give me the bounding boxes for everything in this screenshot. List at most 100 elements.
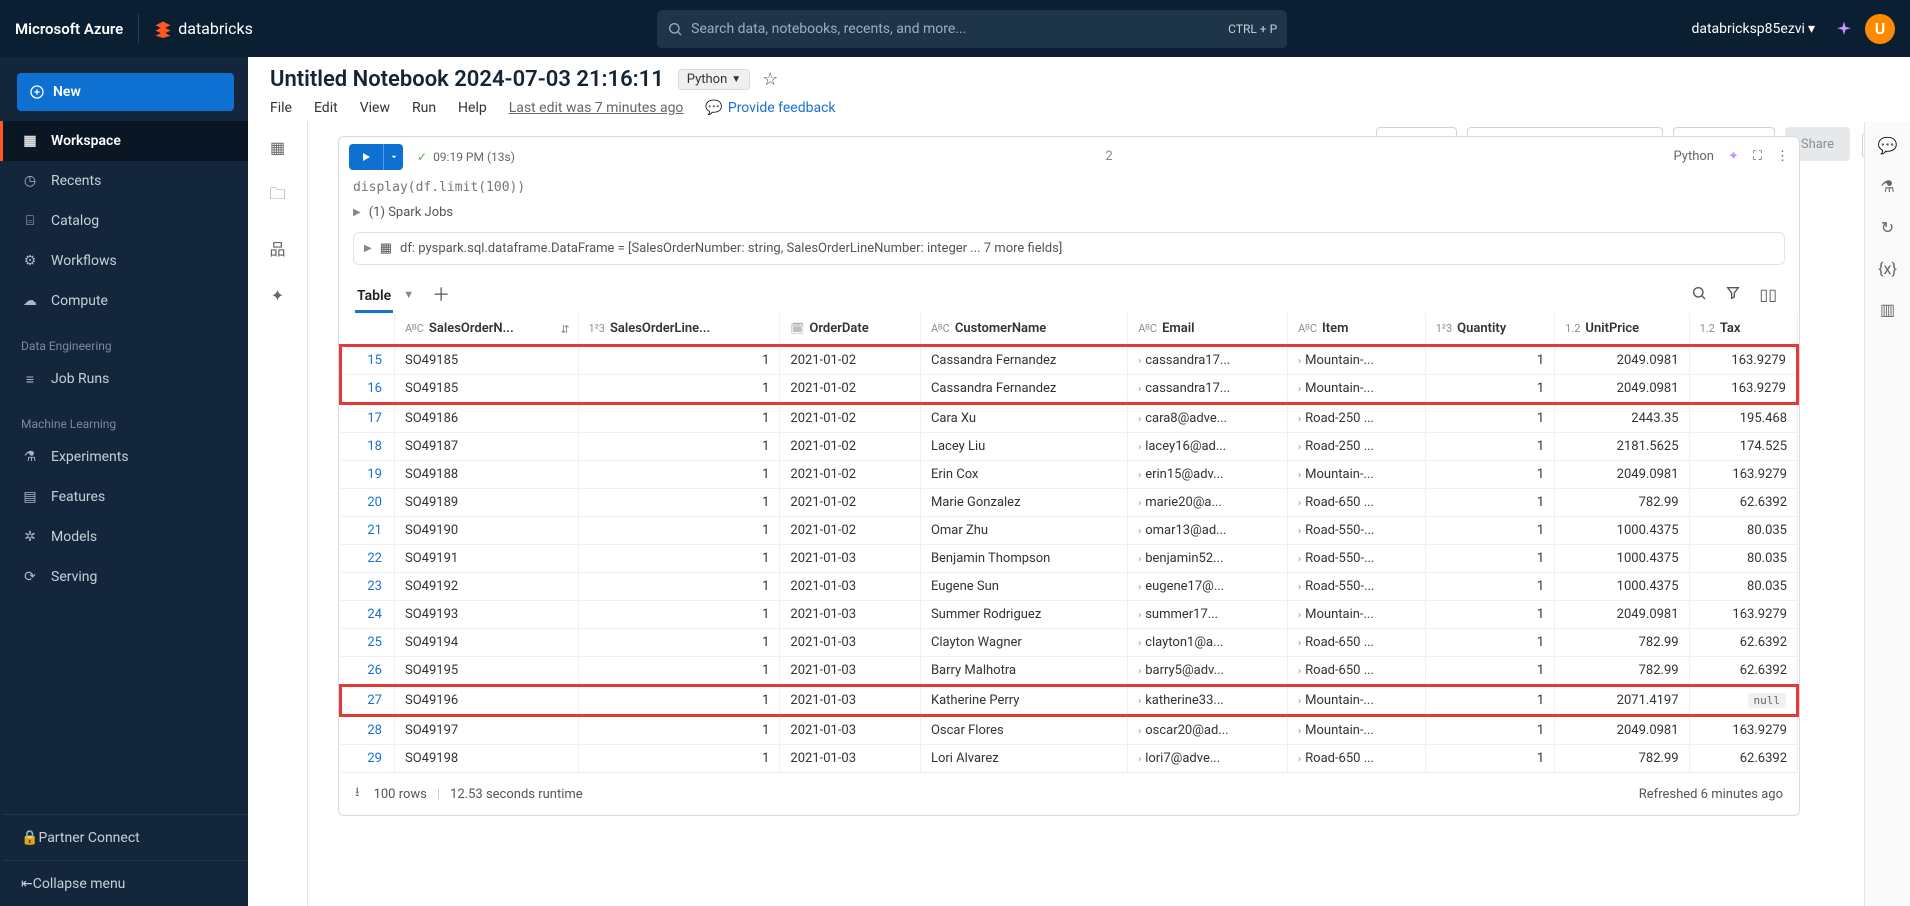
language-selector[interactable]: Python ▼ [678, 69, 750, 90]
run-cell-menu[interactable] [383, 144, 403, 170]
notebook-title[interactable]: Untitled Notebook 2024-07-03 21:16:11 [270, 67, 664, 92]
table-cell: 2443.35 [1555, 404, 1689, 433]
features-icon: ▤ [21, 489, 39, 505]
columns-icon[interactable]: ▯▯ [1759, 285, 1777, 304]
table-cell: 1 [578, 517, 780, 545]
sidebar-item-experiments[interactable]: ⚗ Experiments [3, 437, 248, 477]
sidebar-item-workflows[interactable]: ⚙ Workflows [3, 241, 248, 281]
table-cell: 1 [578, 716, 780, 745]
table-row[interactable]: 21SO4919012021-01-02Omar Zhu›omar13@ad..… [341, 517, 1798, 545]
favorite-star-icon[interactable]: ☆ [762, 69, 778, 90]
tab-table[interactable]: Table [355, 282, 393, 313]
column-header[interactable]: AᴮCEmail [1128, 313, 1288, 346]
code-snippet[interactable]: display(df.limit(100)) [338, 176, 1800, 199]
sidebar-collapse[interactable]: ⇤ Collapse menu [3, 860, 248, 906]
sidebar-item-serving[interactable]: ⟳ Serving [3, 557, 248, 597]
menu-view[interactable]: View [360, 100, 390, 116]
table-row[interactable]: 28SO4919712021-01-03Oscar Flores›oscar20… [341, 716, 1798, 745]
table-row[interactable]: 20SO4918912021-01-02Marie Gonzalez›marie… [341, 489, 1798, 517]
table-cell: 1 [578, 686, 780, 716]
chevron-down-icon[interactable]: ▼ [403, 288, 414, 307]
dataframe-schema-row[interactable]: ▶ ▦ df: pyspark.sql.dataframe.DataFrame … [338, 226, 1800, 271]
download-icon[interactable]: ⭳ [355, 783, 360, 805]
last-edit-indicator[interactable]: Last edit was 7 minutes ago [509, 100, 684, 116]
table-row[interactable]: 23SO4919212021-01-03Eugene Sun›eugene17@… [341, 573, 1798, 601]
menu-edit[interactable]: Edit [314, 100, 338, 116]
table-cell: 62.6392 [1689, 629, 1797, 657]
column-header[interactable]: 🗓OrderDate [780, 313, 921, 346]
global-search[interactable]: Search data, notebooks, recents, and mor… [657, 10, 1287, 48]
column-header[interactable]: 1²3SalesOrderLine... [578, 313, 780, 346]
sidebar-item-job-runs[interactable]: ≡ Job Runs [3, 359, 248, 399]
kebab-icon[interactable]: ⋮ [1776, 149, 1789, 164]
table-row[interactable]: 19SO4918812021-01-02Erin Cox›erin15@adv.… [341, 461, 1798, 489]
table-row[interactable]: 25SO4919412021-01-03Clayton Wagner›clayt… [341, 629, 1798, 657]
sidebar-item-catalog[interactable]: ⌸ Catalog [3, 201, 248, 241]
assistant-icon[interactable] [1835, 20, 1853, 38]
comment-icon[interactable]: 💬 [1878, 136, 1898, 155]
table-cell: 163.9279 [1689, 346, 1797, 375]
chart-icon[interactable]: ▥ [1880, 300, 1895, 319]
filter-icon[interactable] [1725, 285, 1741, 304]
outline-icon[interactable]: ▦ [270, 138, 285, 157]
cell-language-label[interactable]: Python [1674, 149, 1714, 164]
table-cell: 195.468 [1689, 404, 1797, 433]
sidebar-item-features[interactable]: ▤ Features [3, 477, 248, 517]
table-cell: ›Road-550-... [1288, 573, 1426, 601]
user-avatar[interactable]: U [1865, 14, 1895, 44]
table-row[interactable]: 27SO4919612021-01-03Katherine Perry›kath… [341, 686, 1798, 716]
menu-help[interactable]: Help [458, 100, 487, 116]
table-cell: 1 [1425, 629, 1554, 657]
history-icon[interactable]: ↻ [1881, 218, 1894, 237]
column-header[interactable]: AᴮCCustomerName [920, 313, 1127, 346]
triangle-right-icon: ▶ [364, 243, 372, 254]
sparkle-icon[interactable]: ✦ [1728, 149, 1739, 164]
new-button[interactable]: New [17, 73, 234, 111]
table-cell: 2021-01-02 [780, 404, 921, 433]
sidebar-item-workspace[interactable]: ▦ Workspace [0, 121, 248, 161]
spark-jobs-row[interactable]: ▶ (1) Spark Jobs [338, 199, 1800, 226]
table-cell: Omar Zhu [920, 517, 1127, 545]
table-cell: null [1689, 686, 1797, 716]
column-header[interactable]: AᴮCSalesOrderN...⇵ [395, 313, 579, 346]
table-row[interactable]: 22SO4919112021-01-03Benjamin Thompson›be… [341, 545, 1798, 573]
table-row[interactable]: 18SO4918712021-01-02Lacey Liu›lacey16@ad… [341, 433, 1798, 461]
table-cell: 163.9279 [1689, 716, 1797, 745]
table-row[interactable]: 16SO4918512021-01-02Cassandra Fernandez›… [341, 375, 1798, 404]
table-row[interactable]: 17SO4918612021-01-02Cara Xu›cara8@adve..… [341, 404, 1798, 433]
table-cell: SO49187 [395, 433, 579, 461]
brand-databricks[interactable]: databricks [154, 19, 253, 38]
column-header[interactable]: 1.2UnitPrice [1555, 313, 1689, 346]
table-row[interactable]: 26SO4919512021-01-03Barry Malhotra›barry… [341, 657, 1798, 686]
column-header[interactable]: 1.2Tax [1689, 313, 1797, 346]
df-schema-text: df: pyspark.sql.dataframe.DataFrame = [S… [400, 241, 1062, 256]
provide-feedback-link[interactable]: 💬 Provide feedback [705, 100, 835, 116]
table-row[interactable]: 15SO4918512021-01-02Cassandra Fernandez›… [341, 346, 1798, 375]
search-shortcut: CTRL + P [1228, 22, 1277, 36]
account-menu[interactable]: databricksp85ezvi ▾ [1691, 21, 1815, 37]
menu-file[interactable]: File [270, 100, 292, 116]
column-header[interactable]: AᴮCItem [1288, 313, 1426, 346]
column-header[interactable]: 1²3Quantity [1425, 313, 1554, 346]
run-cell-button[interactable] [349, 144, 383, 170]
fullscreen-icon[interactable]: ⛶ [1753, 149, 1762, 164]
folder-icon[interactable]: 🗀 [269, 183, 285, 210]
menu-run[interactable]: Run [412, 100, 436, 116]
table-cell: 2049.0981 [1555, 601, 1689, 629]
sidebar-item-models[interactable]: ✲ Models [3, 517, 248, 557]
sidebar-item-recents[interactable]: ◷ Recents [3, 161, 248, 201]
sidebar-item-label: Experiments [51, 449, 129, 465]
schema-icon[interactable]: 品 [269, 236, 285, 260]
sidebar-item-compute[interactable]: ☁ Compute [3, 281, 248, 321]
table-row[interactable]: 24SO4919312021-01-03Summer Rodriguez›sum… [341, 601, 1798, 629]
variables-icon[interactable]: {x} [1878, 259, 1897, 278]
sparkle-icon[interactable]: ✦ [271, 286, 284, 305]
flask-icon[interactable]: ⚗ [1880, 177, 1894, 196]
search-icon[interactable] [1691, 285, 1707, 304]
table-cell: 28 [341, 716, 395, 745]
sidebar-partner-connect[interactable]: 🔒 Partner Connect [3, 814, 248, 860]
add-tab-button[interactable]: ＋ [432, 281, 450, 313]
table-row[interactable]: 29SO4919812021-01-03Lori Alvarez›lori7@a… [341, 745, 1798, 773]
table-cell: 1 [578, 657, 780, 686]
results-footer: ⭳ 100 rows | 12.53 seconds runtime Refre… [338, 773, 1800, 816]
